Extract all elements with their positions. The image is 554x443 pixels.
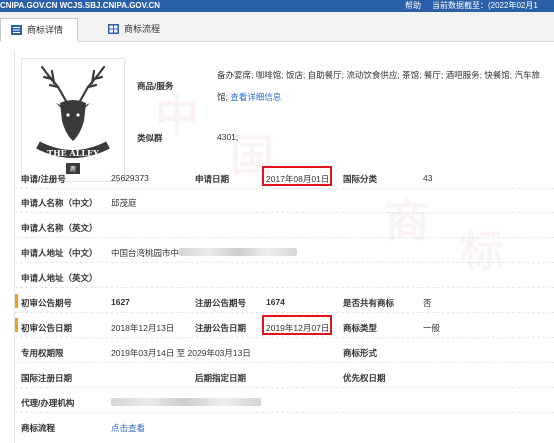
watermark-char: 标 (460, 226, 504, 277)
exclusive-value: 2019年03月14日 至 2029年03月13日 (111, 348, 251, 358)
prelim-no-value: 1627 (111, 297, 130, 307)
details-panel: 中 国 商 标 THE ALLEY 鹿 商品/服务 备办宴席; 咖啡馆; 饭店;… (14, 50, 554, 443)
site-url: CNIPA.GOV.CN WCJS.SBJ.CNIPA.GOV.CN (0, 1, 161, 10)
redacted-agent (111, 398, 261, 406)
row-divider (15, 188, 554, 189)
exclusive-label: 专用权期限 (21, 348, 64, 358)
row-divider (15, 287, 554, 288)
row-marker (15, 318, 18, 332)
app-date-highlight (262, 166, 332, 186)
intl-class-label: 国际分类 (343, 174, 378, 184)
type-label: 商标类型 (343, 323, 378, 333)
watermark-char: 商 (385, 196, 429, 247)
reg-pub-date-highlight (262, 315, 332, 335)
type-value: 一般 (423, 323, 441, 333)
view-details-link[interactable]: 查看详细信息 (230, 92, 281, 102)
logo-text: THE ALLEY (47, 148, 99, 158)
stag-head-logo: THE ALLEY 鹿 (36, 65, 110, 174)
goods-value: 备办宴席; 咖啡馆; 饭店; 自助餐厅; 流动饮食供应; 茶馆; 餐厅; 酒吧服… (217, 64, 547, 108)
tab-bar: 商标详情 商标流程 (0, 12, 554, 42)
tab-trademark-details[interactable]: 商标详情 (0, 18, 78, 42)
row-divider (15, 237, 554, 238)
applicant-en-label: 申请人名称（英文） (21, 223, 98, 233)
reg-pub-no-label: 注册公告期号 (195, 298, 247, 308)
priority-label: 优先权日期 (343, 373, 386, 383)
reg-pub-date-label: 注册公告日期 (195, 323, 247, 333)
top-bar: CNIPA.GOV.CN WCJS.SBJ.CNIPA.GOV.CN 帮助 当前… (0, 0, 554, 12)
svg-text:鹿: 鹿 (70, 165, 76, 173)
flow-link[interactable]: 点击查看 (111, 422, 145, 434)
similar-group-value: 4301; (217, 132, 239, 142)
address-cn-label: 申请人地址（中文） (21, 248, 98, 258)
list-icon (11, 25, 22, 35)
tab-label: 商标流程 (124, 24, 161, 34)
tab-label: 商标详情 (27, 25, 64, 35)
app-date-label: 申请日期 (195, 174, 230, 184)
later-date-label: 后期指定日期 (195, 373, 247, 383)
reg-no-value: 25629373 (111, 173, 149, 183)
data-as-of: 当前数据截至：(2022年02月1 (432, 1, 538, 10)
tab-trademark-process[interactable]: 商标流程 (98, 18, 194, 42)
row-divider (15, 212, 554, 213)
flow-label: 商标流程 (21, 423, 56, 433)
shared-label: 是否共有商标 (343, 298, 395, 308)
redacted-address (179, 248, 297, 256)
applicant-cn-value: 邱茂庭 (111, 198, 137, 208)
row-divider (15, 412, 554, 413)
form-label: 商标形式 (343, 348, 378, 358)
row-marker (15, 294, 18, 308)
grid-icon (108, 24, 119, 34)
goods-label: 商品/服务 (137, 81, 174, 91)
applicant-cn-label: 申请人名称（中文） (21, 198, 98, 208)
prelim-no-label: 初审公告期号 (21, 298, 73, 308)
help-link[interactable]: 帮助 (405, 0, 421, 12)
row-divider (15, 312, 554, 313)
reg-pub-no-value: 1674 (266, 297, 285, 307)
row-divider (15, 262, 554, 263)
agent-label: 代理/办理机构 (21, 398, 75, 408)
similar-group-label: 类似群 (137, 133, 163, 143)
trademark-logo: THE ALLEY 鹿 (21, 58, 125, 182)
shared-value: 否 (423, 298, 432, 308)
row-divider (15, 362, 554, 363)
reg-no-label: 申请/注册号 (21, 174, 66, 184)
address-cn-value: 中国台湾桃园市中 (111, 248, 180, 258)
prelim-date-label: 初审公告日期 (21, 323, 73, 333)
row-divider (15, 337, 554, 338)
address-en-label: 申请人地址（英文） (21, 273, 98, 283)
row-divider (15, 387, 554, 388)
intl-class-value: 43 (423, 173, 433, 183)
prelim-date-value: 2018年12月13日 (111, 323, 175, 333)
intl-reg-date-label: 国际注册日期 (21, 373, 73, 383)
